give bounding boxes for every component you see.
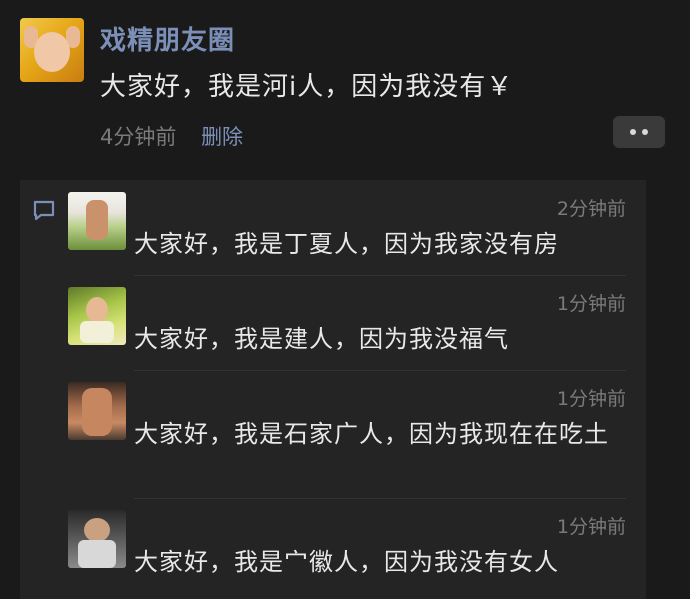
comment-bubble-icon	[33, 200, 55, 221]
post-time: 4分钟前	[100, 125, 177, 149]
comment-time: 1分钟前	[556, 516, 626, 538]
comment-text: 大家好，我是石家广人，因为我现在在吃土	[134, 420, 609, 448]
poster-avatar[interactable]	[20, 18, 84, 82]
post-text: 大家好，我是河i人，因为我没有￥	[100, 72, 514, 102]
commenter-avatar[interactable]	[68, 287, 126, 345]
comment-item: 1分钟前 大家好，我是宀徽人，因为我没有女人	[68, 510, 646, 590]
post-meta: 4分钟前 删除	[100, 121, 243, 151]
commenter-avatar[interactable]	[68, 510, 126, 568]
poster-name[interactable]: 戏精朋友圈	[100, 20, 235, 57]
comment-text: 大家好，我是丁夏人，因为我家没有房	[134, 230, 559, 258]
comment-item: 1分钟前 大家好，我是石家广人，因为我现在在吃土	[68, 382, 646, 492]
more-dots-icon	[630, 129, 636, 135]
comment-text: 大家好，我是宀徽人，因为我没有女人	[134, 548, 559, 576]
commenter-avatar[interactable]	[68, 192, 126, 250]
divider	[134, 498, 626, 499]
comment-item: 1分钟前 大家好，我是建人，因为我没福气	[68, 287, 646, 367]
comment-time: 2分钟前	[556, 198, 626, 220]
more-dots-icon-dot	[642, 129, 648, 135]
divider	[134, 370, 626, 371]
avatar-face	[34, 32, 70, 72]
comment-item: 2分钟前 大家好，我是丁夏人，因为我家没有房	[68, 192, 646, 272]
delete-link[interactable]: 删除	[201, 125, 243, 149]
comments-section: 2分钟前 大家好，我是丁夏人，因为我家没有房 1分钟前 大家好，我是建人，因为我…	[20, 180, 646, 599]
comment-time: 1分钟前	[556, 293, 626, 315]
comment-text: 大家好，我是建人，因为我没福气	[134, 325, 509, 353]
divider	[134, 275, 626, 276]
commenter-avatar[interactable]	[68, 382, 126, 440]
comment-time: 1分钟前	[556, 388, 626, 410]
more-button[interactable]	[613, 116, 665, 148]
